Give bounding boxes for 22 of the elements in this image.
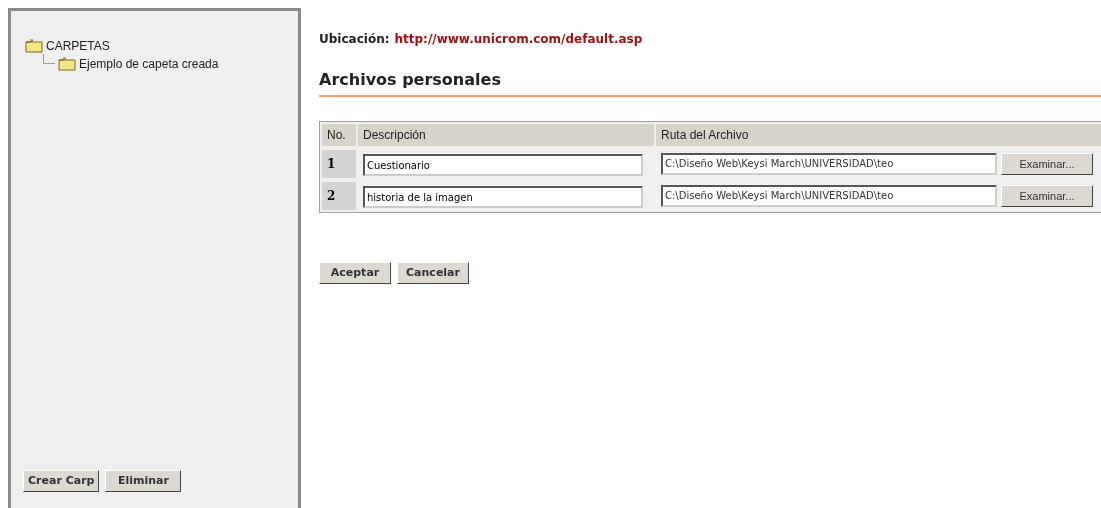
row-number: 2	[322, 182, 356, 210]
row-number: 1	[322, 150, 356, 178]
description-field[interactable]: historia de la imagen	[363, 186, 643, 209]
column-header: Ruta del Archivo	[656, 124, 1101, 146]
form-button[interactable]: Aceptar	[319, 262, 391, 284]
description-field[interactable]: Cuestionario	[363, 154, 643, 177]
form-button[interactable]: Cancelar	[397, 262, 469, 284]
column-header: No.	[322, 124, 356, 146]
location-label: Ubicación:	[319, 31, 390, 48]
folder-icon	[58, 57, 76, 71]
form-button[interactable]: Eliminar	[105, 470, 182, 492]
location-url[interactable]: http://www.unicrom.com/default.asp	[394, 30, 643, 48]
folder-icon	[25, 39, 43, 53]
file-path-field[interactable]: C:\Diseño Web\Keysi March\UNIVERSIDAD\teo	[661, 185, 997, 207]
section-heading: Archivos personales	[319, 70, 501, 89]
file-path-field[interactable]: C:\Diseño Web\Keysi March\UNIVERSIDAD\teo	[661, 153, 997, 175]
form-button[interactable]: Crear Carp	[23, 470, 100, 492]
browse-button[interactable]: Examinar...	[1001, 185, 1093, 207]
browse-button[interactable]: Examinar...	[1001, 153, 1093, 175]
column-header: Descripción	[358, 124, 654, 146]
tree-item[interactable]: Ejemplo de capeta creada	[79, 55, 219, 73]
tree-item[interactable]: CARPETAS	[46, 37, 110, 55]
